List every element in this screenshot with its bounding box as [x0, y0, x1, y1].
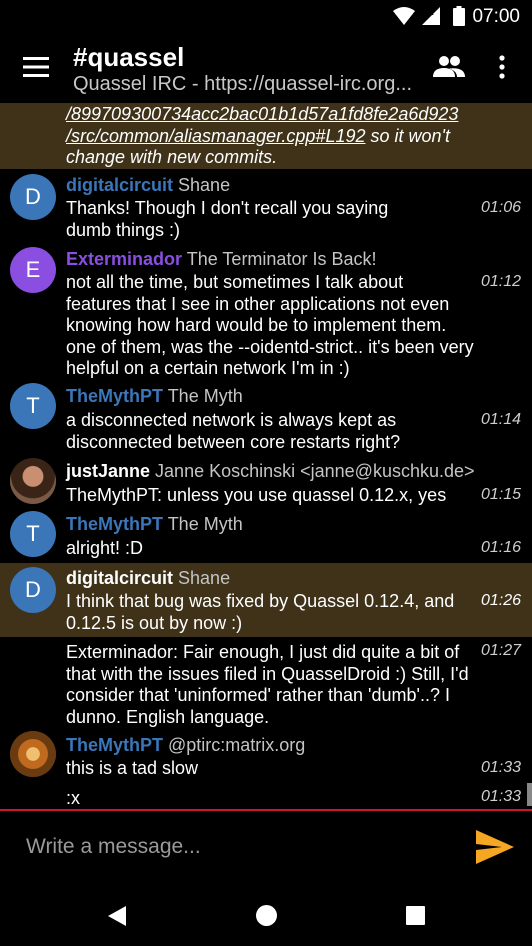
status-time: 07:00: [472, 6, 520, 27]
message-sender: TheMythPT The Myth: [66, 385, 243, 407]
realname: The Myth: [167, 386, 243, 406]
channel-topic[interactable]: Quassel IRC - https://quassel-irc.org...: [73, 73, 423, 96]
message-sender: TheMythPT @ptirc:matrix.org: [66, 734, 305, 756]
message-text: /899709300734acc2bac01b1d57a1fd8fe2a6d92…: [66, 104, 476, 169]
avatar[interactable]: T: [10, 383, 56, 429]
nickname[interactable]: justJanne: [66, 461, 150, 481]
people-icon[interactable]: [433, 55, 465, 79]
lte-signal-icon: LTE: [421, 7, 440, 25]
message-text-fragment: so it won't: [365, 125, 450, 146]
avatar[interactable]: E: [10, 247, 56, 293]
message-sender: digitalcircuit Shane: [66, 174, 230, 196]
message-timestamp: 01:26: [480, 592, 521, 609]
nickname[interactable]: TheMythPT: [66, 386, 163, 406]
message-text: not all the time, but sometimes I talk a…: [66, 272, 474, 378]
avatar[interactable]: D: [10, 567, 56, 613]
realname: @ptirc:matrix.org: [168, 735, 306, 755]
message-timestamp: 01:33: [480, 759, 521, 776]
message-timestamp: 01:12: [480, 273, 521, 290]
message-text: a disconnected network is always kept as…: [66, 410, 401, 452]
back-icon[interactable]: [106, 905, 128, 927]
avatar[interactable]: [10, 731, 56, 777]
message-input[interactable]: Write a message...: [26, 835, 201, 859]
message-text: Thanks! Though I don't recall you saying…: [66, 198, 389, 240]
send-icon[interactable]: [476, 830, 514, 864]
nickname[interactable]: Exterminador: [66, 249, 182, 269]
realname: Shane: [178, 568, 231, 588]
message-timestamp: 01:33: [480, 788, 521, 805]
message-row: /899709300734acc2bac01b1d57a1fd8fe2a6d92…: [0, 103, 532, 169]
message-sender: digitalcircuit Shane: [66, 567, 230, 589]
message-row: T TheMythPT The Myth a disconnected netw…: [0, 383, 532, 455]
nickname[interactable]: digitalcircuit: [66, 175, 173, 195]
message-text-fragment: change with new commits.: [66, 147, 278, 167]
message-timestamp: 01:16: [480, 539, 521, 556]
svg-text:LTE: LTE: [421, 10, 434, 17]
message-text: Exterminador: Fair enough, I just did qu…: [66, 642, 469, 727]
message-composer: Write a message...: [0, 811, 532, 887]
message-text: I think that bug was fixed by Quassel 0.…: [66, 591, 455, 633]
realname: Janne Koschinski <janne@kuschku.de>: [155, 461, 475, 481]
message-timestamp: 01:14: [480, 411, 521, 428]
message-timestamp: 01:06: [480, 199, 521, 216]
message-link[interactable]: /src/common/aliasmanager.cpp#L192: [66, 126, 366, 146]
more-vert-icon[interactable]: [496, 54, 508, 80]
message-row: :x 01:33: [0, 781, 532, 809]
message-row: D digitalcircuit Shane Thanks! Though I …: [0, 169, 532, 241]
message-link[interactable]: /899709300734acc2bac01b1d57a1fd8fe2a6d92…: [66, 104, 458, 124]
realname: Shane: [178, 175, 231, 195]
nickname[interactable]: TheMythPT: [66, 735, 163, 755]
realname: The Terminator Is Back!: [186, 249, 377, 269]
message-text: TheMythPT: unless you use quassel 0.12.x…: [66, 485, 447, 505]
wifi-icon: [393, 7, 415, 25]
message-list[interactable]: /899709300734acc2bac01b1d57a1fd8fe2a6d92…: [0, 103, 532, 809]
message-text: this is a tad slow: [66, 758, 199, 778]
scrollbar-thumb[interactable]: [527, 783, 532, 806]
message-row: TheMythPT @ptirc:matrix.org this is a ta…: [0, 731, 532, 781]
status-bar: LTE 07:00: [0, 0, 532, 33]
menu-icon[interactable]: [22, 55, 50, 79]
message-row: D digitalcircuit Shane I think that bug …: [0, 563, 532, 637]
nickname[interactable]: digitalcircuit: [66, 568, 173, 588]
app-bar: #quassel Quassel IRC - https://quassel-i…: [0, 33, 532, 103]
message-row: T TheMythPT The Myth alright! :D 01:16: [0, 509, 532, 563]
message-text: alright! :D: [66, 538, 144, 558]
message-row: justJanne Janne Koschinski <janne@kuschk…: [0, 455, 532, 509]
message-row: E Exterminador The Terminator Is Back! n…: [0, 241, 532, 383]
message-sender: TheMythPT The Myth: [66, 513, 243, 535]
system-nav-bar: [0, 887, 532, 946]
recents-icon[interactable]: [405, 905, 426, 926]
avatar[interactable]: [10, 458, 56, 504]
message-timestamp: 01:27: [480, 642, 521, 659]
realname: The Myth: [167, 514, 243, 534]
message-row: Exterminador: Fair enough, I just did qu…: [0, 637, 532, 731]
message-sender: Exterminador The Terminator Is Back!: [66, 248, 376, 270]
message-sender: justJanne Janne Koschinski <janne@kuschk…: [66, 460, 475, 482]
avatar[interactable]: D: [10, 174, 56, 220]
nickname[interactable]: TheMythPT: [66, 514, 163, 534]
battery-icon: [453, 6, 465, 26]
message-text: :x: [66, 788, 81, 808]
message-timestamp: 01:15: [480, 486, 521, 503]
avatar[interactable]: T: [10, 511, 56, 557]
home-icon[interactable]: [255, 904, 278, 927]
channel-title[interactable]: #quassel: [73, 42, 184, 73]
